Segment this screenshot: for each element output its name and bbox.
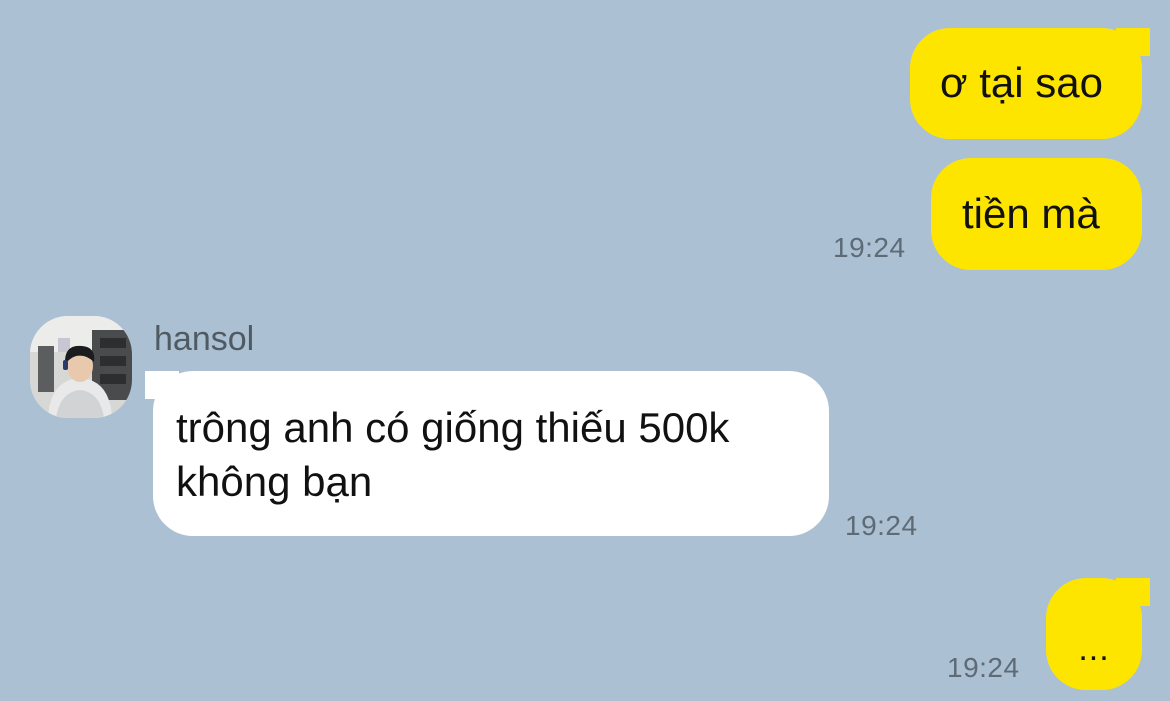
message-text: tiền mà: [962, 190, 1100, 237]
message-text: ơ tại sao: [940, 59, 1103, 106]
profile-photo-icon: [30, 316, 132, 418]
sender-name[interactable]: hansol: [154, 320, 254, 359]
my-message-bubble[interactable]: ơ tại sao: [910, 28, 1142, 139]
my-message-bubble[interactable]: tiền mà: [931, 158, 1142, 270]
bubble-tail: [1116, 28, 1150, 56]
message-timestamp: 19:24: [947, 652, 1020, 683]
message-text: trông anh có giống thiếu 500k không bạn: [176, 404, 730, 505]
message-text: ...: [1078, 630, 1110, 668]
message-timestamp: 19:24: [833, 232, 906, 263]
their-message-bubble[interactable]: trông anh có giống thiếu 500k không bạn: [153, 371, 829, 536]
avatar[interactable]: [30, 316, 132, 418]
message-timestamp: 19:24: [845, 510, 918, 541]
bubble-tail: [1116, 578, 1150, 606]
